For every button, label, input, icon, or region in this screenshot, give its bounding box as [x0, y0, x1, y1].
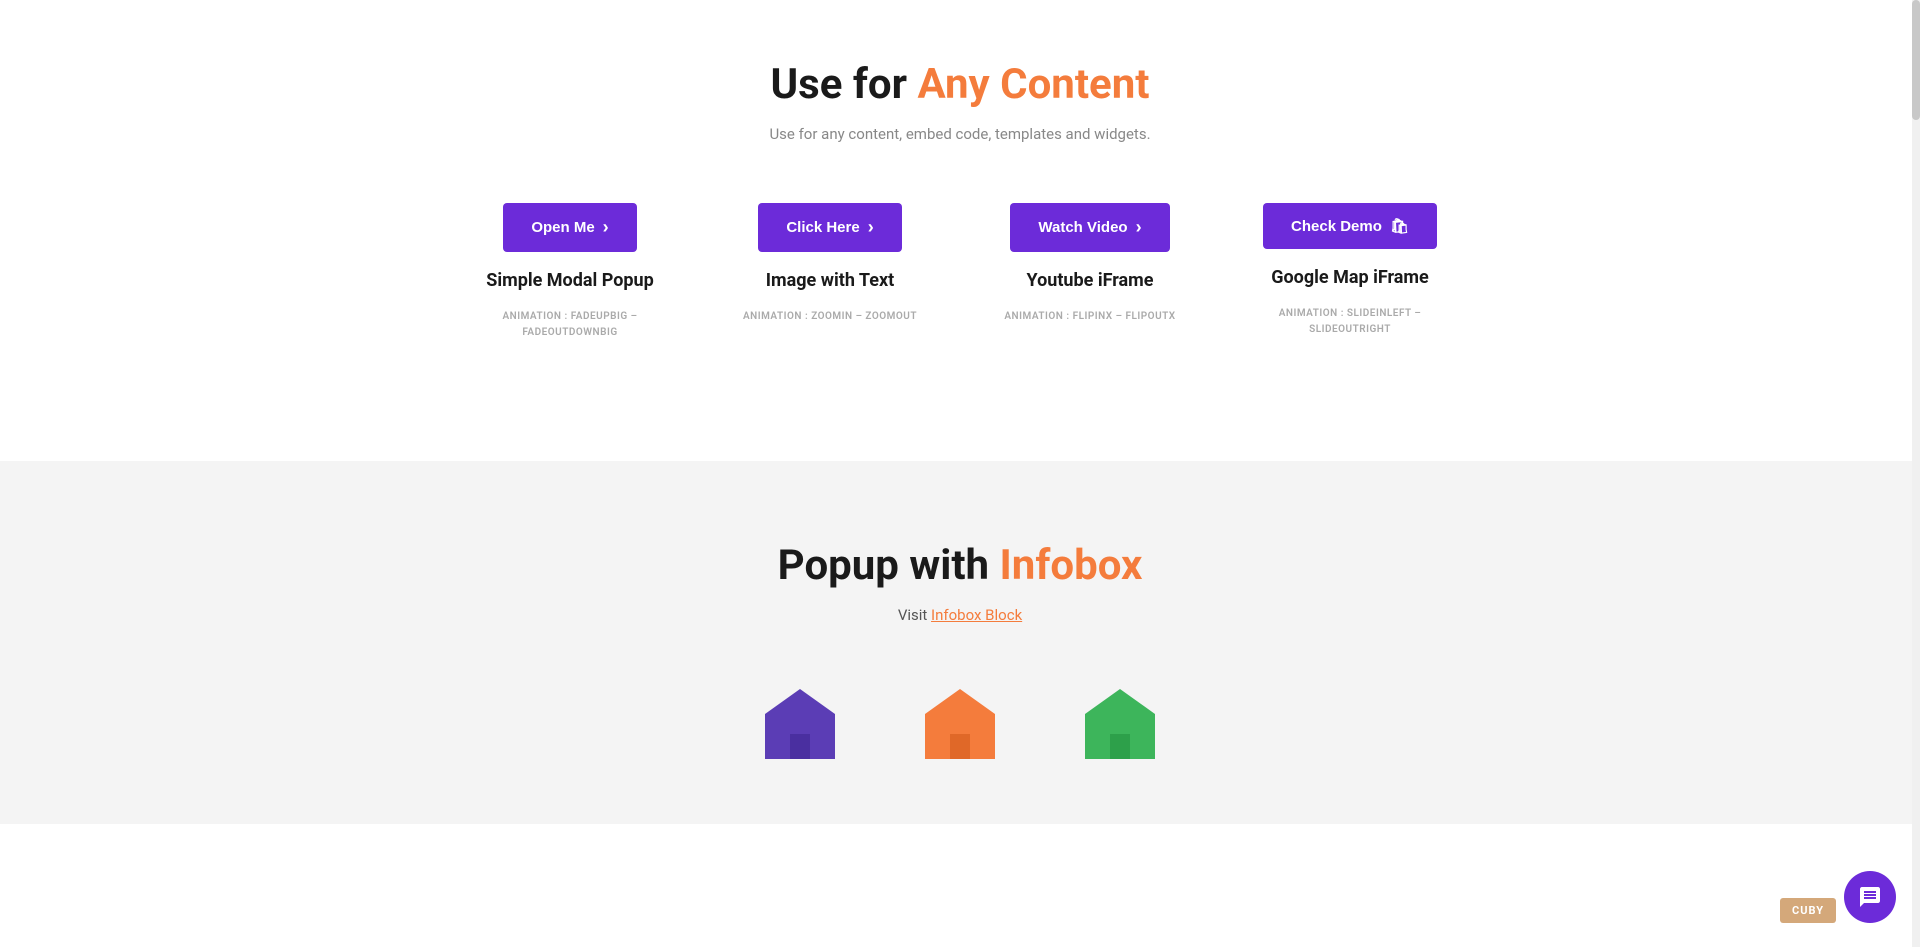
card-title-image-with-text: Image with Text	[766, 270, 894, 291]
section-title: Use for Any Content	[20, 60, 1900, 109]
card-animation-google-map: ANIMATION : SLIDEINLEFT – SLIDEOUTRIGHT	[1240, 306, 1460, 338]
section-subtitle: Use for any content, embed code, templat…	[20, 125, 1900, 143]
infobox-icons-row	[20, 684, 1900, 764]
section-popup-with-infobox: Popup with Infobox Visit Infobox Block	[0, 461, 1920, 824]
open-me-button[interactable]: Open Me	[503, 203, 636, 252]
card-title-google-map: Google Map iFrame	[1271, 267, 1428, 288]
title-highlight: Any Content	[917, 60, 1149, 109]
open-me-label: Open Me	[531, 219, 594, 236]
infobox-section-title: Popup with Infobox	[20, 541, 1900, 590]
infobox-subtitle: Visit Infobox Block	[20, 606, 1900, 624]
check-demo-button[interactable]: Check Demo	[1263, 203, 1437, 249]
card-title-simple-modal: Simple Modal Popup	[486, 270, 653, 291]
cards-grid: Open Me Simple Modal Popup ANIMATION : F…	[360, 203, 1560, 341]
cuby-badge[interactable]: CUBY	[1780, 898, 1836, 923]
infobox-title-prefix: Popup with	[778, 541, 1000, 590]
click-here-button[interactable]: Click Here	[758, 203, 901, 252]
card-animation-image-with-text: ANIMATION : ZOOMIN – ZOOMOUT	[743, 309, 917, 325]
infobox-icon-purple	[760, 684, 840, 764]
card-title-youtube: Youtube iFrame	[1027, 270, 1154, 291]
click-here-label: Click Here	[786, 219, 859, 236]
infobox-subtitle-prefix: Visit	[898, 606, 931, 624]
section-use-for-any-content: Use for Any Content Use for any content,…	[0, 0, 1920, 461]
arrow-icon	[1136, 217, 1142, 238]
card-animation-simple-modal: ANIMATION : FADEUPBIG – FADEOUTDOWNBIG	[502, 309, 637, 341]
chat-widget-button[interactable]	[1844, 871, 1896, 923]
card-animation-youtube: ANIMATION : FLIPINX – FLIPOUTX	[1004, 309, 1175, 325]
chat-icon	[1858, 885, 1882, 909]
infobox-title-highlight: Infobox	[1000, 541, 1143, 590]
card-google-map: Check Demo Google Map iFrame ANIMATION :…	[1240, 203, 1460, 341]
arrow-icon	[603, 217, 609, 238]
watch-video-button[interactable]: Watch Video	[1010, 203, 1169, 252]
house-shape-orange	[920, 684, 1000, 764]
card-simple-modal: Open Me Simple Modal Popup ANIMATION : F…	[460, 203, 680, 341]
house-shape-green	[1080, 684, 1160, 764]
shopping-bag-icon	[1390, 217, 1409, 235]
infobox-icon-orange	[920, 684, 1000, 764]
infobox-block-link[interactable]: Infobox Block	[931, 606, 1022, 624]
scrollbar-track[interactable]	[1912, 0, 1920, 947]
watch-video-label: Watch Video	[1038, 219, 1127, 236]
arrow-icon	[868, 217, 874, 238]
scrollbar-thumb[interactable]	[1912, 0, 1920, 120]
house-shape-purple	[760, 684, 840, 764]
infobox-icon-green	[1080, 684, 1160, 764]
card-youtube-iframe: Watch Video Youtube iFrame ANIMATION : F…	[980, 203, 1200, 341]
title-prefix: Use for	[770, 60, 917, 109]
check-demo-label: Check Demo	[1291, 218, 1382, 235]
card-image-with-text: Click Here Image with Text ANIMATION : Z…	[720, 203, 940, 341]
